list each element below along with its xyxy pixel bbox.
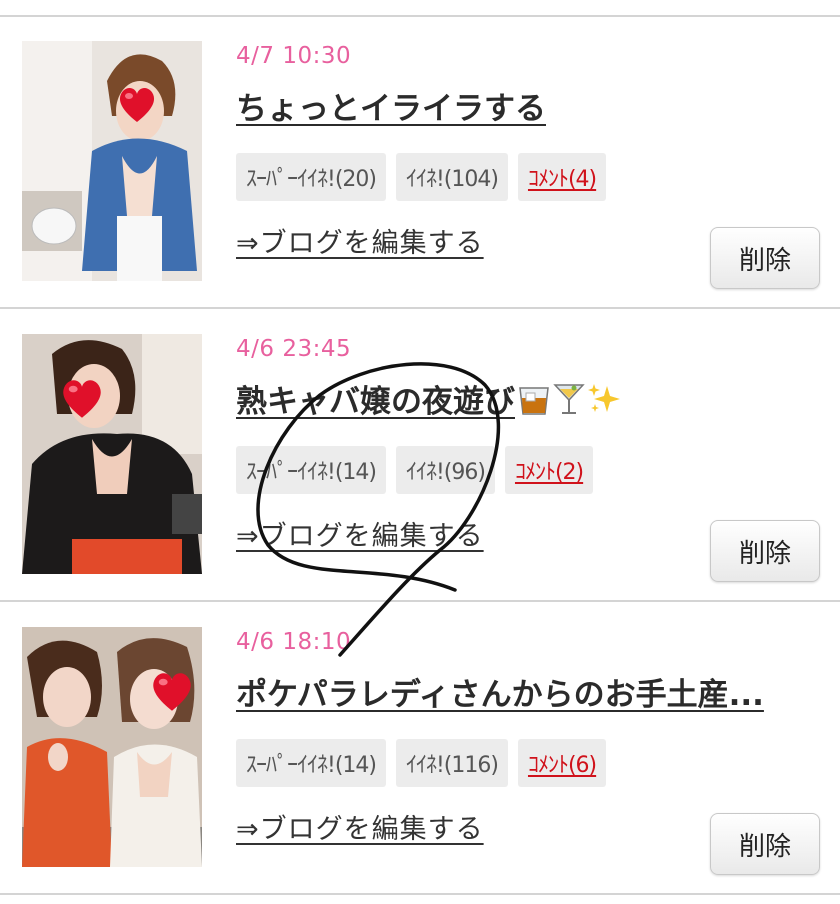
cocktail-glass-icon xyxy=(553,384,585,414)
sparkles-icon xyxy=(588,384,620,412)
heart-icon xyxy=(119,87,155,122)
entry-title-link[interactable]: ちょっとイライラする xyxy=(236,83,816,128)
entry-thumbnail[interactable] xyxy=(22,627,202,867)
delete-button[interactable]: 削除 xyxy=(710,520,820,582)
blog-entry: 4/6 18:10 ポケパラレディさんからのお手土産... ｽｰﾊﾟｰｲｲﾈ!(… xyxy=(0,603,840,895)
entry-title-link[interactable]: 熟キャバ嬢の夜遊び xyxy=(236,376,816,421)
entry-date: 4/7 10:30 xyxy=(236,43,352,69)
delete-button[interactable]: 削除 xyxy=(710,813,820,875)
entry-divider xyxy=(0,307,840,309)
edit-blog-link[interactable]: ⇒ブログを編集する xyxy=(236,514,484,553)
delete-button[interactable]: 削除 xyxy=(710,227,820,289)
entry-title-text: 熟キャバ嬢の夜遊び xyxy=(236,384,515,420)
entry-thumbnail[interactable] xyxy=(22,334,202,574)
super-like-count: ｽｰﾊﾟｰｲｲﾈ!(14) xyxy=(236,739,386,787)
comment-link[interactable]: ｺﾒﾝﾄ(2) xyxy=(504,446,594,494)
whisky-glass-icon xyxy=(519,387,549,415)
entry-divider xyxy=(0,893,840,895)
entry-date: 4/6 18:10 xyxy=(236,629,352,655)
entry-date: 4/6 23:45 xyxy=(236,336,352,362)
heart-icon xyxy=(63,380,101,418)
like-count: ｲｲﾈ!(96) xyxy=(395,446,495,494)
like-count: ｲｲﾈ!(104) xyxy=(395,153,508,201)
super-like-count: ｽｰﾊﾟｰｲｲﾈ!(20) xyxy=(236,153,386,201)
blog-entry: 4/7 10:30 ちょっとイライラする ｽｰﾊﾟｰｲｲﾈ!(20) ｲｲﾈ!(… xyxy=(0,17,840,309)
entry-divider xyxy=(0,600,840,602)
edit-blog-link[interactable]: ⇒ブログを編集する xyxy=(236,807,484,846)
like-count: ｲｲﾈ!(116) xyxy=(395,739,508,787)
blog-entry: 4/6 23:45 熟キャバ嬢の夜遊び ｽｰﾊﾟｰｲｲﾈ!(14) ｲｲﾈ!(9… xyxy=(0,310,840,602)
comment-link[interactable]: ｺﾒﾝﾄ(4) xyxy=(517,153,607,201)
comment-link[interactable]: ｺﾒﾝﾄ(6) xyxy=(517,739,607,787)
heart-icon xyxy=(153,673,191,711)
entry-thumbnail[interactable] xyxy=(22,41,202,281)
super-like-count: ｽｰﾊﾟｰｲｲﾈ!(14) xyxy=(236,446,386,494)
entry-title-link[interactable]: ポケパラレディさんからのお手土産... xyxy=(236,669,816,714)
edit-blog-link[interactable]: ⇒ブログを編集する xyxy=(236,221,484,260)
